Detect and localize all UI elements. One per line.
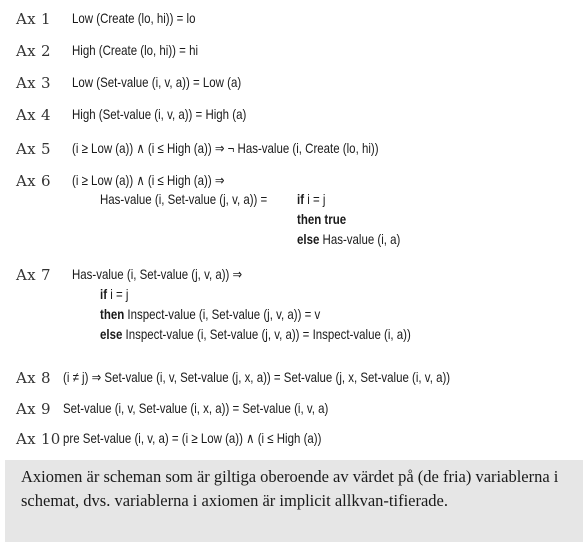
keyword-then: then — [100, 306, 125, 322]
axiom-formula: (i ≠ j) ⇒ Set-value (i, v, Set-value (j,… — [63, 369, 451, 385]
axiom-formula-if: if i = j — [100, 286, 128, 302]
axiom-formula: Low (Set-value (i, v, a)) = Low (a) — [72, 74, 242, 90]
axiom-label: Ax 3 — [16, 74, 51, 92]
keyword-else: else — [100, 326, 123, 342]
keyword-then: then true — [297, 211, 347, 227]
axiom-formula: High (Set-value (i, v, a)) = High (a) — [72, 106, 247, 122]
keyword-else: else — [297, 231, 320, 247]
axiom-label: Ax 2 — [16, 42, 51, 60]
axiom-formula-else: else Has-value (i, a) — [297, 231, 400, 247]
then-text: Inspect-value (i, Set-value (j, v, a)) =… — [124, 306, 321, 322]
axiom-formula: High (Create (lo, hi)) = hi — [72, 42, 199, 58]
axiom-label: Ax 10 — [16, 430, 61, 448]
keyword-if: if — [100, 286, 108, 302]
else-text: Has-value (i, a) — [319, 231, 401, 247]
axiom-formula-then: then Inspect-value (i, Set-value (j, v, … — [100, 306, 320, 322]
axiom-label: Ax 4 — [16, 106, 51, 124]
axiom-formula-premise: Has-value (i, Set-value (j, v, a)) ⇒ — [72, 266, 243, 282]
axiom-formula-if: if i = j — [297, 191, 325, 207]
condition-text: i = j — [304, 191, 326, 207]
axiom-label: Ax 7 — [16, 266, 51, 284]
axiom-formula-then: then true — [297, 211, 346, 227]
keyword-if: if — [297, 191, 305, 207]
axiom-formula: (i ≥ Low (a)) ∧ (i ≤ High (a)) ⇒ ¬ Has-v… — [72, 140, 379, 156]
else-text: Inspect-value (i, Set-value (j, v, a)) =… — [122, 326, 411, 342]
axiom-label: Ax 9 — [16, 400, 51, 418]
condition-text: i = j — [107, 286, 129, 302]
axiom-formula: pre Set-value (i, v, a) = (i ≥ Low (a)) … — [63, 430, 322, 446]
axiom-label: Ax 8 — [16, 369, 51, 387]
axiom-formula-lhs: Has-value (i, Set-value (j, v, a)) = — [100, 191, 268, 207]
axiom-formula: Set-value (i, v, Set-value (i, x, a)) = … — [63, 400, 329, 416]
axiom-label: Ax 6 — [16, 172, 51, 190]
axiom-formula-premise: (i ≥ Low (a)) ∧ (i ≤ High (a)) ⇒ — [72, 172, 225, 188]
axiom-label: Ax 5 — [16, 140, 51, 158]
axiom-formula: Low (Create (lo, hi)) = lo — [72, 10, 196, 26]
note-text: Axiomen är scheman som är giltiga oberoe… — [21, 467, 559, 510]
axiom-formula-else: else Inspect-value (i, Set-value (j, v, … — [100, 326, 411, 342]
axiom-label: Ax 1 — [16, 10, 51, 28]
